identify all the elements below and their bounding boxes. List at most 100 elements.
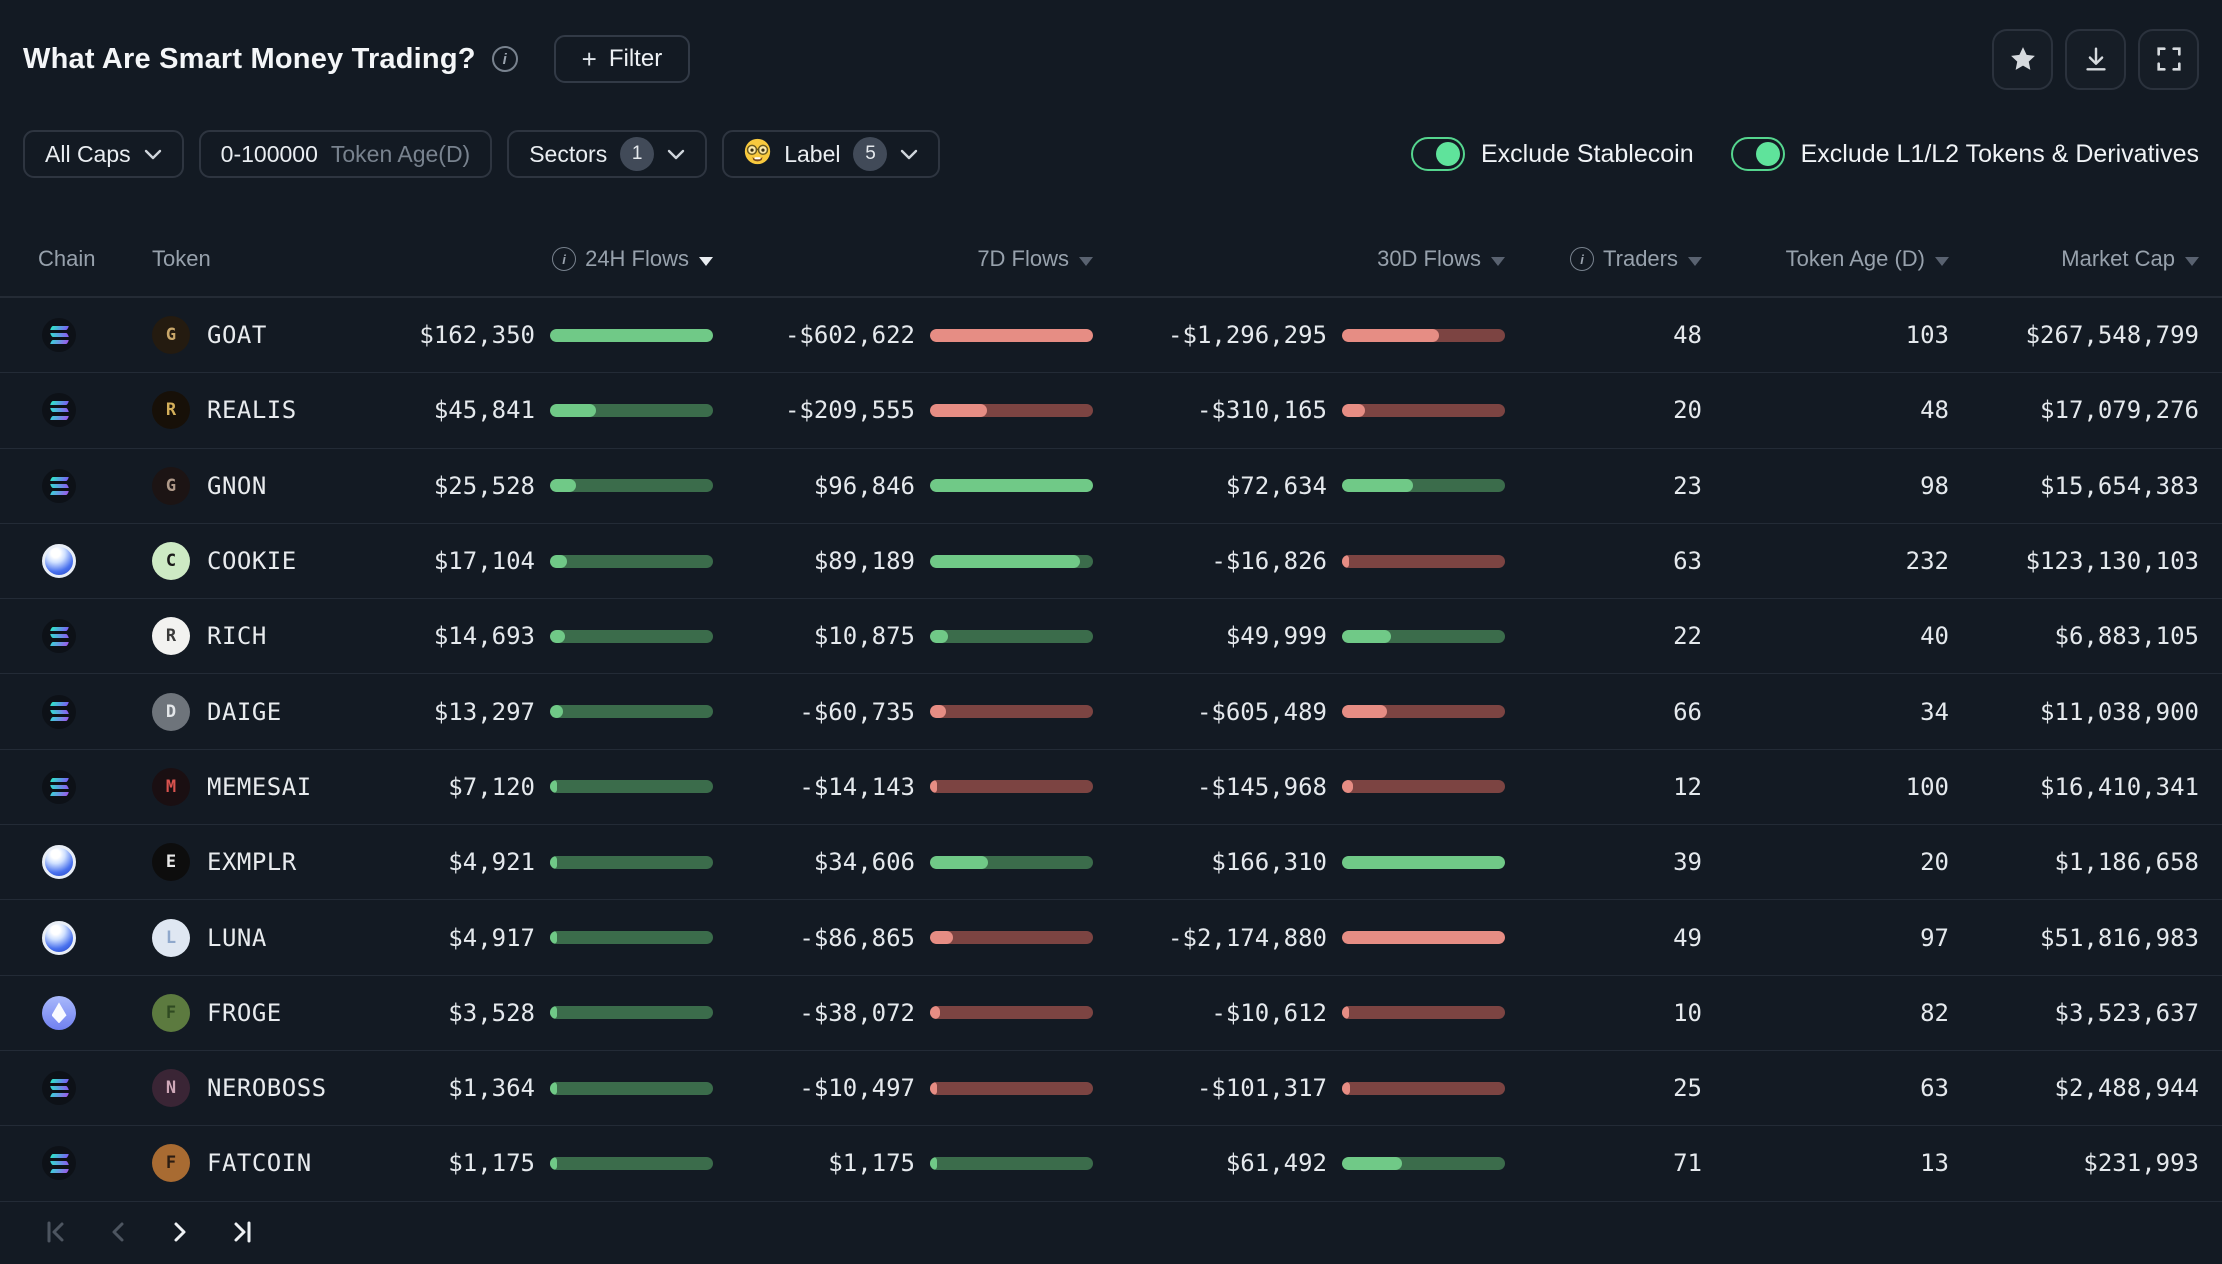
flow-7d-bar xyxy=(930,1081,1093,1095)
table-row[interactable]: L LUNA $4,917 -$86,865 -$2,174,880 49 97… xyxy=(0,900,2222,976)
token-avatar: G xyxy=(152,316,190,355)
token-cell[interactable]: G GOAT xyxy=(134,316,384,355)
table-row[interactable]: M MEMESAI $7,120 -$14,143 -$145,968 12 1… xyxy=(0,750,2222,826)
chain-cell xyxy=(38,845,134,880)
table-row[interactable]: R REALIS $45,841 -$209,555 -$310,165 20 … xyxy=(0,373,2222,449)
favorite-button[interactable] xyxy=(1992,28,2053,90)
flow-7d-value: -$60,735 xyxy=(799,697,915,726)
title-info-icon[interactable]: i xyxy=(491,46,518,72)
flow-24h-cell: $1,175 xyxy=(384,1149,713,1177)
exclude-l1l2-toggle[interactable] xyxy=(1730,137,1785,171)
token-cell[interactable]: D DAIGE xyxy=(134,692,384,731)
chevron-down-icon xyxy=(144,149,161,159)
flow-30d-value: -$16,826 xyxy=(1211,547,1327,576)
table-row[interactable]: F FROGE $3,528 -$38,072 -$10,612 10 82 $… xyxy=(0,976,2222,1051)
token-cell[interactable]: N NEROBOSS xyxy=(134,1069,384,1108)
sort-control[interactable] xyxy=(1079,253,1093,266)
token-cell[interactable]: R RICH xyxy=(134,617,384,656)
token-cell[interactable]: M MEMESAI xyxy=(134,767,384,806)
table-row[interactable]: N NEROBOSS $1,364 -$10,497 -$101,317 25 … xyxy=(0,1051,2222,1127)
flow-30d-bar xyxy=(1342,931,1505,945)
token-cell[interactable]: L LUNA xyxy=(134,918,384,957)
flow-30d-cell: $166,310 xyxy=(1093,848,1505,876)
flow-30d-value: -$2,174,880 xyxy=(1168,923,1327,952)
sphere-chain-icon xyxy=(42,845,76,880)
chevron-left-icon xyxy=(104,1218,132,1246)
flow-24h-bar xyxy=(550,1081,713,1095)
token-cell[interactable]: E EXMPLR xyxy=(134,843,384,882)
info-icon[interactable]: i xyxy=(552,247,577,271)
flow-7d-bar xyxy=(930,554,1093,568)
token-cell[interactable]: F FROGE xyxy=(134,993,384,1032)
flow-30d-bar xyxy=(1342,554,1505,568)
exclude-stablecoin-label: Exclude Stablecoin xyxy=(1480,139,1694,168)
flow-7d-bar xyxy=(930,1156,1093,1170)
table-row[interactable]: G GNON $25,528 $96,846 $72,634 23 98 $15… xyxy=(0,449,2222,524)
column-header-token-age[interactable]: Token Age (D) xyxy=(1702,246,1949,272)
flow-30d-cell: $72,634 xyxy=(1093,472,1505,500)
flow-24h-bar xyxy=(550,931,713,945)
download-button[interactable] xyxy=(2065,28,2126,90)
flow-7d-bar xyxy=(930,855,1093,869)
sort-control[interactable] xyxy=(1491,253,1505,266)
all-caps-dropdown[interactable]: All Caps xyxy=(23,130,184,178)
flow-24h-cell: $7,120 xyxy=(384,773,713,801)
column-header-24h-flows[interactable]: i 24H Flows xyxy=(384,246,713,272)
token-age-value: 13 xyxy=(1920,1149,1949,1178)
flow-7d-bar xyxy=(930,780,1093,794)
star-icon xyxy=(2008,44,2038,74)
token-avatar: F xyxy=(152,993,190,1032)
sort-control[interactable] xyxy=(1688,253,1702,266)
token-cell[interactable]: R REALIS xyxy=(134,391,384,430)
market-cap-value: $17,079,276 xyxy=(2040,396,2199,425)
solana-chain-icon xyxy=(42,619,76,654)
column-header-traders[interactable]: i Traders xyxy=(1505,246,1702,272)
flow-7d-bar xyxy=(930,1006,1093,1020)
token-cell[interactable]: C COOKIE xyxy=(134,542,384,581)
add-filter-button[interactable]: + Filter xyxy=(553,35,691,83)
label-dropdown[interactable]: Label 5 xyxy=(722,130,941,178)
sort-control[interactable] xyxy=(699,253,713,266)
token-symbol: REALIS xyxy=(207,396,297,425)
token-cell[interactable]: G GNON xyxy=(134,466,384,505)
flow-30d-cell: -$310,165 xyxy=(1093,396,1505,424)
pagination-prev-button[interactable] xyxy=(98,1212,138,1252)
flow-24h-cell: $25,528 xyxy=(384,472,713,500)
token-age-filter[interactable]: 0-100000 Token Age(D) xyxy=(198,130,493,178)
token-symbol: COOKIE xyxy=(207,547,297,576)
market-cap-value: $16,410,341 xyxy=(2040,772,2199,801)
table-row[interactable]: E EXMPLR $4,921 $34,606 $166,310 39 20 $… xyxy=(0,825,2222,901)
sort-control[interactable] xyxy=(2185,253,2199,266)
table-row[interactable]: C COOKIE $17,104 $89,189 -$16,826 63 232… xyxy=(0,524,2222,600)
column-header-7d-flows[interactable]: 7D Flows xyxy=(713,246,1093,272)
flow-24h-value: $45,841 xyxy=(433,396,535,425)
flow-7d-cell: -$60,735 xyxy=(713,698,1093,726)
pagination-next-button[interactable] xyxy=(160,1212,200,1252)
solana-chain-icon xyxy=(42,468,76,503)
sort-control[interactable] xyxy=(1935,253,1949,266)
exclude-stablecoin-toggle[interactable] xyxy=(1410,137,1465,171)
chevron-down-icon xyxy=(901,149,918,159)
pagination-first-button[interactable] xyxy=(36,1212,76,1252)
info-icon[interactable]: i xyxy=(1570,247,1595,271)
table-row[interactable]: R RICH $14,693 $10,875 $49,999 22 40 $6,… xyxy=(0,599,2222,675)
download-icon xyxy=(2081,44,2111,74)
flow-7d-value: $34,606 xyxy=(813,848,915,877)
column-header-market-cap[interactable]: Market Cap xyxy=(1949,246,2199,272)
sectors-dropdown[interactable]: Sectors 1 xyxy=(507,130,708,178)
solana-chain-icon xyxy=(42,393,76,428)
traders-value: 48 xyxy=(1673,321,1702,350)
solana-chain-icon xyxy=(42,1071,76,1106)
flow-30d-cell: -$2,174,880 xyxy=(1093,924,1505,952)
column-header-30d-flows[interactable]: 30D Flows xyxy=(1093,246,1505,272)
flow-7d-cell: $89,189 xyxy=(713,547,1093,575)
table-row[interactable]: F FATCOIN $1,175 $1,175 $61,492 71 13 $2… xyxy=(0,1126,2222,1202)
column-header-token: Token xyxy=(152,246,211,271)
token-cell[interactable]: F FATCOIN xyxy=(134,1144,384,1183)
table-row[interactable]: D DAIGE $13,297 -$60,735 -$605,489 66 34… xyxy=(0,674,2222,750)
fullscreen-button[interactable] xyxy=(2138,28,2199,90)
pagination-last-button[interactable] xyxy=(222,1212,262,1252)
fullscreen-icon xyxy=(2154,44,2184,74)
table-row[interactable]: G GOAT $162,350 -$602,622 -$1,296,295 48… xyxy=(0,298,2222,374)
flow-24h-value: $1,364 xyxy=(448,1074,535,1103)
